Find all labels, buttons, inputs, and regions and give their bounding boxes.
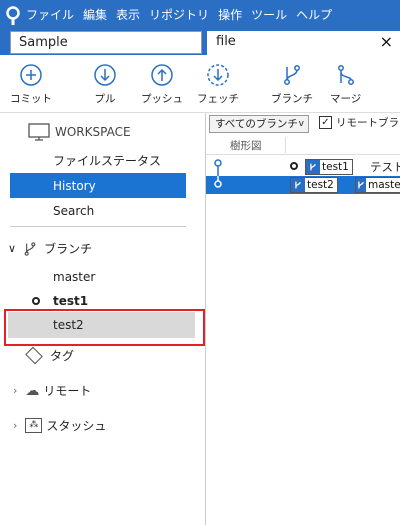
stash-label: スタッシュ <box>46 419 107 433</box>
sidebar-item-search[interactable]: Search <box>0 198 206 223</box>
sidebar-item-history[interactable]: History <box>10 173 186 198</box>
stash-icon: ⁂ <box>25 418 43 433</box>
commit-label: コミット <box>10 93 52 105</box>
head-marker-icon <box>290 162 298 170</box>
menu-tools[interactable]: ツール <box>251 0 287 31</box>
branch-tag-test1[interactable]: test1 <box>305 159 353 175</box>
menu-repository[interactable]: リポジトリ <box>149 0 209 31</box>
commit-message: テスト <box>370 160 400 174</box>
sidebar-divider <box>10 226 186 227</box>
graph-node-icon <box>214 176 222 188</box>
history-panel: すべてのブランチ v ✓ リモートブランチ 樹形図 test1 テスト test… <box>206 113 400 525</box>
tag-icon <box>25 346 43 365</box>
toolbar: コミット プル プッシュ フェッチ ブランチ マージ <box>0 55 400 113</box>
cloud-icon: ☁ <box>25 382 40 399</box>
current-branch-icon <box>32 296 40 305</box>
menu-view[interactable]: 表示 <box>116 0 140 31</box>
repo-tab[interactable]: Sample <box>10 31 202 54</box>
pull-button[interactable]: プル <box>93 63 117 106</box>
remote-label: リモート <box>43 384 92 398</box>
branch-icon <box>356 178 366 192</box>
monitor-icon <box>28 122 50 141</box>
branch-icon <box>306 160 320 174</box>
sidebar-branch-test2[interactable]: test2 <box>8 312 195 338</box>
branch-tag-label: maste <box>368 179 400 191</box>
branch-tag-label: test1 <box>322 161 349 173</box>
fetch-dashed-circle-icon <box>207 64 229 86</box>
menu-edit[interactable]: 編集 <box>83 0 107 31</box>
sourcetree-logo-icon <box>0 0 26 31</box>
branch-filter-dropdown[interactable]: すべてのブランチ v <box>209 115 309 133</box>
push-label: プッシュ <box>141 93 183 105</box>
remote-header[interactable]: › ☁ リモート <box>0 378 206 403</box>
chevron-right-icon: › <box>13 384 18 397</box>
stash-header[interactable]: › ⁂ スタッシュ <box>0 413 206 438</box>
remote-branches-label: リモートブランチ <box>336 117 400 129</box>
sidebar: WORKSPACE ファイルステータス History Search ∨ ブラン… <box>0 113 206 525</box>
chevron-down-icon: ∨ <box>8 242 17 255</box>
graph-column-header[interactable]: 樹形図 <box>206 135 400 155</box>
chevron-right-icon: › <box>13 419 18 432</box>
commit-row-selected[interactable]: test2 maste <box>206 176 400 194</box>
push-button[interactable]: プッシュ <box>141 63 183 106</box>
checkbox-checked-icon: ✓ <box>319 116 332 129</box>
sidebar-branch-test1[interactable]: test1 <box>0 288 206 313</box>
chevron-down-icon: v <box>298 119 304 129</box>
branch-tag-label: test2 <box>307 179 334 191</box>
tags-header[interactable]: タグ <box>0 343 206 368</box>
tags-label: タグ <box>50 349 75 363</box>
arrow-up-circle-icon <box>151 64 173 86</box>
arrow-down-circle-icon <box>94 64 116 86</box>
plus-circle-icon <box>20 64 42 86</box>
merge-button[interactable]: マージ <box>330 63 361 106</box>
commit-button[interactable]: コミット <box>10 63 52 106</box>
close-icon[interactable]: × <box>380 31 393 53</box>
fetch-label: フェッチ <box>197 93 239 105</box>
merge-icon <box>337 65 354 85</box>
workspace-header: WORKSPACE <box>0 119 206 144</box>
branches-header[interactable]: ∨ ブランチ <box>0 236 206 261</box>
sidebar-item-file-status[interactable]: ファイルステータス <box>0 148 206 173</box>
tab-bar: Sample file × <box>0 31 400 55</box>
fetch-button[interactable]: フェッチ <box>197 63 239 106</box>
branch-button[interactable]: ブランチ <box>271 63 313 106</box>
commit-row[interactable]: test1 テスト <box>206 158 400 176</box>
menu-bar: ファイル 編集 表示 リポジトリ 操作 ツール ヘルプ <box>0 0 400 31</box>
branch-label: ブランチ <box>271 93 313 105</box>
branch-label: test1 <box>53 293 89 308</box>
remote-branches-checkbox[interactable]: ✓ リモートブランチ <box>319 115 400 130</box>
branches-label: ブランチ <box>44 242 93 256</box>
menu-actions[interactable]: 操作 <box>218 0 242 31</box>
sidebar-branch-master[interactable]: master <box>0 264 206 289</box>
search-tab[interactable]: file × <box>207 31 400 55</box>
graph-node-icon <box>214 159 222 176</box>
workspace-label: WORKSPACE <box>55 124 131 139</box>
menu-help[interactable]: ヘルプ <box>296 0 332 31</box>
search-tab-label: file <box>216 34 236 49</box>
filter-bar: すべてのブランチ v ✓ リモートブランチ <box>206 113 400 135</box>
menu-file[interactable]: ファイル <box>26 0 74 31</box>
branch-icon <box>24 241 36 256</box>
graph-header-label: 樹形図 <box>230 140 262 152</box>
branch-icon <box>284 65 300 85</box>
branch-tag-master[interactable]: maste <box>355 177 400 193</box>
merge-label: マージ <box>330 93 362 105</box>
branch-tag-test2[interactable]: test2 <box>290 177 338 193</box>
pull-label: プル <box>94 93 116 105</box>
branch-icon <box>291 178 305 192</box>
column-separator <box>285 137 286 153</box>
branch-filter-value: すべてのブランチ <box>215 118 298 130</box>
